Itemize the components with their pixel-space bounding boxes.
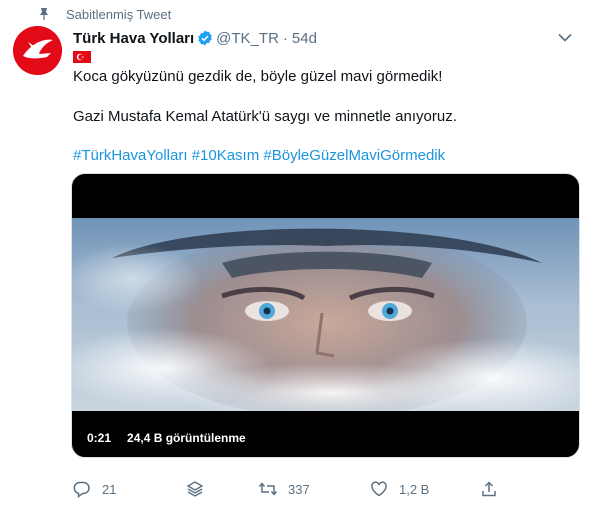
share-button[interactable] [479,479,509,499]
video-views: 24,4 B görüntülenme [122,428,251,447]
hashtag-link[interactable]: #BöyleGüzelMaviGörmedik [263,147,445,164]
tweet-text-line-2: Gazi Mustafa Kemal Atatürk'ü saygı ve mi… [73,108,457,125]
display-name[interactable]: Türk Hava Yolları [73,30,194,47]
video-duration: 0:21 [82,428,117,447]
tweet-text-line-1: Koca gökyüzünü gezdik de, böyle güzel ma… [73,68,443,85]
pinned-label: Sabitlenmiş Tweet [66,6,172,22]
video-overlay: 0:21 24,4 B görüntülenme [82,428,251,447]
handle[interactable]: @TK_TR [216,30,279,47]
reply-icon [72,479,92,499]
chevron-down-icon[interactable] [556,28,574,46]
share-icon [479,479,499,499]
reply-count: 21 [102,481,117,497]
heart-icon [369,479,389,499]
pinned-indicator: Sabitlenmiş Tweet [38,6,171,22]
like-button[interactable]: 1,2 B [369,479,429,499]
timestamp[interactable]: 54d [292,30,317,47]
hashtag-link[interactable]: #10Kasım [192,147,260,164]
tweet-header: Türk Hava Yolları @TK_TR · 54d [73,28,317,48]
like-count: 1,2 B [399,481,430,497]
turkey-flag-icon [73,51,91,63]
separator-dot: · [282,29,288,47]
layers-icon [185,479,205,499]
video-thumbnail [72,218,579,411]
retweet-button[interactable]: 337 [258,479,310,499]
retweet-count: 337 [288,481,310,497]
hashtag-link[interactable]: #TürkHavaYolları [73,147,188,164]
action-bar: 21 337 1,2 B [72,478,512,500]
video-player[interactable]: 0:21 24,4 B görüntülenme [71,173,580,458]
tweet-analytics-button[interactable] [185,479,215,499]
pin-icon [38,7,50,21]
video-frame [72,218,579,411]
reply-button[interactable]: 21 [72,479,116,499]
avatar[interactable] [13,26,62,75]
retweet-icon [258,479,278,499]
thy-logo-icon [13,26,62,75]
verified-badge-icon [197,30,213,46]
hashtag-line: #TürkHavaYolları #10Kasım #BöyleGüzelMav… [73,146,445,166]
